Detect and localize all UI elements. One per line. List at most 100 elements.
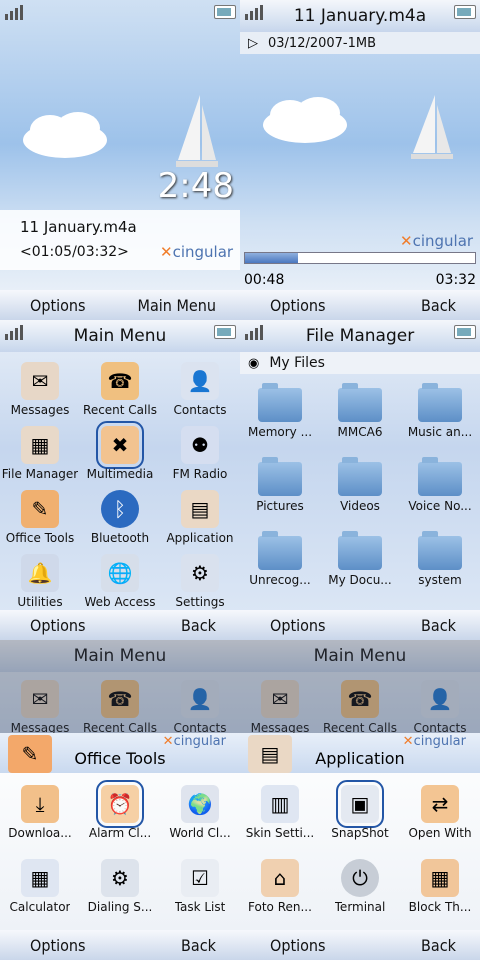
folder-mmca6[interactable]: MMCA6 (320, 382, 400, 446)
application-icon: ▤ (181, 490, 219, 528)
options-softkey[interactable]: Options (30, 616, 86, 635)
folder-my-documents[interactable]: My Docu... (320, 530, 400, 594)
menu-item-office-tools[interactable]: ✎ Office Tools (0, 486, 80, 550)
track-time: <01:05/03:32> (20, 244, 129, 260)
back-softkey[interactable]: Back (421, 936, 456, 955)
menu-item-file-manager[interactable]: ▦ File Manager (0, 422, 80, 486)
item-world-clock[interactable]: 🌍 World Cl... (160, 781, 240, 845)
progress-bar[interactable] (244, 252, 476, 264)
total-time: 03:32 (435, 272, 476, 288)
folder-unrecognized[interactable]: Unrecog... (240, 530, 320, 594)
menu-item-utilities[interactable]: 🔔 Utilities (0, 550, 80, 614)
item-skin-settings[interactable]: ▥ Skin Setti... (240, 781, 320, 845)
menu-item-multimedia[interactable]: ✖ Multimedia (80, 421, 160, 486)
contacts-icon: 👤 (181, 362, 219, 400)
application-panel: ▤ ✕cingular Application ▥ Skin Setti... ▣… (240, 733, 480, 930)
now-playing-panel: 11 January.m4a <01:05/03:32> ✕cingular (0, 210, 240, 270)
utilities-icon: 🔔 (21, 554, 59, 592)
menu-item-application[interactable]: ▤ Application (160, 486, 240, 550)
dim-overlay (240, 640, 480, 733)
dim-overlay (0, 640, 240, 733)
folder-icon (418, 531, 462, 570)
block-icon: ▦ (421, 859, 459, 897)
signal-icon (5, 325, 23, 340)
battery-icon (454, 325, 476, 339)
menu-item-recent-calls[interactable]: ☎ Recent Calls (80, 358, 160, 422)
item-foto-rename[interactable]: ⌂ Foto Ren... (240, 855, 320, 919)
application-grid: ▥ Skin Setti... ▣ SnapShot ⇄ Open With ⌂ Fot… (240, 780, 480, 919)
world-clock-icon: 🌍 (181, 785, 219, 823)
back-softkey[interactable]: Back (421, 616, 456, 635)
folder-icon (258, 383, 302, 422)
home-icon: ⌂ (261, 859, 299, 897)
folder-memory[interactable]: Memory ... (240, 382, 320, 446)
settings-icon: ⚙ (181, 554, 219, 592)
folder-music[interactable]: Music an... (400, 382, 480, 446)
menu-item-settings[interactable]: ⚙ Settings (160, 550, 240, 614)
office-tools-panel: ✎ ✕cingular Office Tools ⤓ Downloa... ⏰ Al… (0, 733, 240, 930)
options-softkey[interactable]: Options (30, 296, 86, 315)
item-open-with[interactable]: ⇄ Open With (400, 781, 480, 845)
fm-radio-icon: ⚉ (181, 426, 219, 464)
item-snapshot[interactable]: ▣ SnapShot (320, 780, 400, 845)
cingular-logo: ✕cingular (402, 734, 466, 749)
location-icon: ◉ (248, 355, 260, 371)
battery-icon (214, 325, 236, 339)
options-softkey[interactable]: Options (270, 296, 326, 315)
track-title: 11 January.m4a (20, 218, 137, 236)
submenu-title: Application (315, 749, 405, 768)
battery-icon (454, 5, 476, 19)
file-manager-screen: File Manager ◉ My Files Memory ... MMCA6… (240, 320, 480, 640)
file-manager-title: File Manager (240, 320, 480, 352)
file-info: 03/12/2007-1MB (268, 35, 377, 51)
item-task-list[interactable]: ☑ Task List (160, 855, 240, 919)
file-grid: Memory ... MMCA6 Music an... Pictures Vi… (240, 382, 480, 594)
softkey-bar: Options Back (240, 290, 480, 320)
folder-system[interactable]: system (400, 530, 480, 594)
menu-item-messages[interactable]: ✉ Messages (0, 358, 80, 422)
menu-item-web-access[interactable]: 🌐 Web Access (80, 550, 160, 614)
item-alarm-clock[interactable]: ⏰ Alarm Cl... (80, 780, 160, 845)
item-terminal[interactable]: ⏻ Terminal (320, 855, 400, 919)
options-softkey[interactable]: Options (270, 616, 326, 635)
item-block-threads[interactable]: ▦ Block Th... (400, 855, 480, 919)
pictures-folder-icon (258, 457, 302, 496)
voice-notes-folder-icon (418, 457, 462, 496)
options-softkey[interactable]: Options (270, 936, 326, 955)
office-tools-grid: ⤓ Downloa... ⏰ Alarm Cl... 🌍 World Cl... ▦ C… (0, 780, 240, 919)
folder-voice-notes[interactable]: Voice No... (400, 456, 480, 520)
menu-item-bluetooth[interactable]: ᛒ Bluetooth (80, 486, 160, 550)
item-dialing-settings[interactable]: ⚙ Dialing S... (80, 855, 160, 919)
office-tools-screen: Main Menu ✉ Messages ☎ Recent Calls 👤 Conta… (0, 640, 240, 960)
clock: 2:48 (157, 166, 234, 206)
bluetooth-icon: ᛒ (101, 490, 139, 528)
file-icon: ▷ (248, 35, 258, 51)
item-calculator[interactable]: ▦ Calculator (0, 855, 80, 919)
back-softkey[interactable]: Back (181, 616, 216, 635)
web-access-icon: 🌐 (101, 554, 139, 592)
cingular-logo: ✕cingular (400, 232, 474, 250)
progress-fill (245, 253, 298, 263)
folder-videos[interactable]: Videos (320, 456, 400, 520)
back-softkey[interactable]: Back (181, 936, 216, 955)
options-softkey[interactable]: Options (30, 936, 86, 955)
office-tools-icon: ✎ (21, 490, 59, 528)
player-title: 11 January.m4a (240, 0, 480, 32)
menu-item-contacts[interactable]: 👤 Contacts (160, 358, 240, 422)
main-menu-grid: ✉ Messages ☎ Recent Calls 👤 Contacts ▦ File … (0, 358, 240, 614)
music-folder-icon (418, 383, 462, 422)
player-screen: 11 January.m4a ▷ 03/12/2007-1MB ✕cingula… (240, 0, 480, 320)
submenu-title: Office Tools (74, 749, 166, 768)
submenu-header: ▤ ✕cingular Application (240, 733, 480, 773)
item-downloads[interactable]: ⤓ Downloa... (0, 781, 80, 845)
menu-item-fm-radio[interactable]: ⚉ FM Radio (160, 422, 240, 486)
folder-pictures[interactable]: Pictures (240, 456, 320, 520)
main-menu-softkey[interactable]: Main Menu (138, 296, 216, 315)
signal-icon (245, 5, 263, 20)
softkey-bar: Options Back (240, 610, 480, 640)
videos-folder-icon (338, 457, 382, 496)
file-manager-icon: ▦ (21, 426, 59, 464)
back-softkey[interactable]: Back (421, 296, 456, 315)
task-list-icon: ☑ (181, 859, 219, 897)
softkey-bar: Options Back (240, 930, 480, 960)
